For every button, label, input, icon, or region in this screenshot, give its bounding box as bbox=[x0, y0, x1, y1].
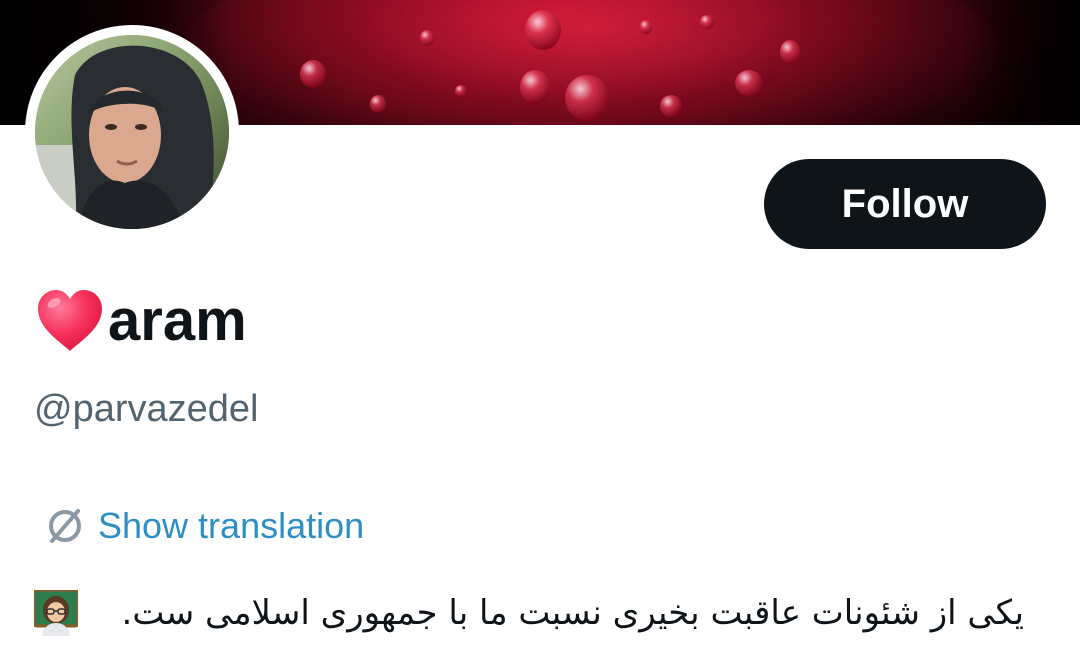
water-drop bbox=[700, 15, 714, 29]
water-drop bbox=[455, 85, 467, 97]
bio-text: یکی از شئونات عاقبت بخیری نسبت ما با جمه… bbox=[121, 593, 1024, 633]
profile-bio: یکی از شئونات عاقبت بخیری نسبت ما با جمه… bbox=[34, 590, 1024, 636]
red-heart-icon bbox=[38, 290, 102, 351]
show-translation-link[interactable]: Show translation bbox=[44, 505, 364, 547]
display-name: aram bbox=[108, 288, 247, 353]
water-drop bbox=[520, 70, 550, 104]
user-handle: @parvazedel bbox=[34, 388, 259, 430]
display-name-row: aram bbox=[34, 283, 247, 359]
banner-shadow-right bbox=[960, 0, 1080, 125]
avatar[interactable] bbox=[35, 35, 229, 229]
follow-button[interactable]: Follow bbox=[764, 159, 1046, 249]
water-drop bbox=[300, 60, 326, 88]
water-drop bbox=[525, 10, 561, 50]
water-drop bbox=[420, 30, 434, 46]
water-drop bbox=[370, 95, 386, 113]
water-drop bbox=[660, 95, 682, 117]
water-drop bbox=[565, 75, 609, 121]
water-drop bbox=[780, 40, 800, 64]
water-drop bbox=[735, 70, 763, 96]
show-translation-label[interactable]: Show translation bbox=[98, 505, 364, 547]
water-drop bbox=[640, 20, 652, 34]
woman-teacher-icon bbox=[34, 590, 78, 636]
avatar-portrait bbox=[35, 35, 229, 229]
translate-icon bbox=[49, 509, 81, 543]
avatar-frame bbox=[25, 25, 239, 239]
